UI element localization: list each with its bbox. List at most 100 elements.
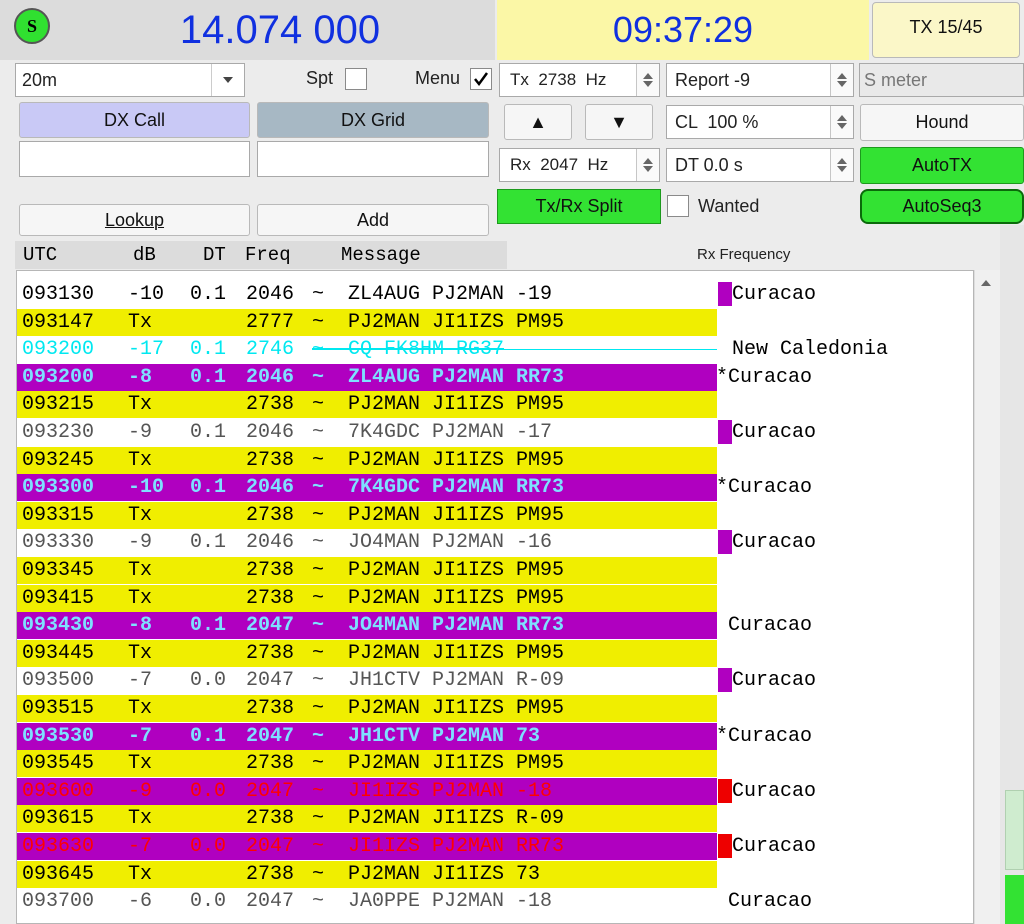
autotx-button[interactable]: AutoTX xyxy=(860,147,1024,184)
cell-utc: 093345 xyxy=(22,559,95,582)
tx-frequency-spin-icon[interactable] xyxy=(636,64,659,96)
table-row[interactable]: 093445 Tx 2738 ~ PJ2MAN JI1IZS PM95 xyxy=(17,639,717,667)
table-row[interactable]: 093515 Tx 2738 ~ PJ2MAN JI1IZS PM95 xyxy=(17,695,717,722)
cell-db: Tx xyxy=(128,697,153,720)
table-row[interactable]: 093630 -7 0.0 2047 ~ JI1IZS PJ2MAN RR73 xyxy=(17,833,717,860)
spt-checkbox[interactable] xyxy=(345,68,367,90)
cell-freq: 2777 xyxy=(246,310,295,334)
cell-msg: ~ ZL4AUG PJ2MAN RR73 xyxy=(312,365,565,389)
dt-value: DT 0.0 s xyxy=(675,154,743,175)
cell-freq: 2738 xyxy=(246,752,295,776)
cell-msg: ~ JI1IZS PJ2MAN RR73 xyxy=(312,835,565,858)
cell-utc: 093300 xyxy=(22,476,95,500)
dx-grid-text: DX Grid xyxy=(340,109,405,130)
rx-frequency-spinbox[interactable]: Rx 2047 Hz xyxy=(499,148,660,182)
cell-dt: 0.1 xyxy=(190,365,227,389)
cell-db: Tx xyxy=(128,641,153,665)
table-row[interactable]: 093200 -8 0.1 2046 ~ ZL4AUG PJ2MAN RR73 xyxy=(17,363,717,391)
decode-rows: 093130 -10 0.1 2046 ~ ZL4AUG PJ2MAN -19 Curac… xyxy=(17,281,973,921)
cell-msg: ~ PJ2MAN JI1IZS PM95 xyxy=(312,310,565,334)
tx-status-button[interactable]: TX 15/45 xyxy=(872,2,1020,58)
report-spin-icon[interactable] xyxy=(830,64,853,96)
scroll-up-icon[interactable] xyxy=(981,280,991,286)
cl-spinbox[interactable]: CL 100 % xyxy=(666,105,854,139)
add-button[interactable]: Add xyxy=(257,204,489,236)
wanted-checkbox[interactable] xyxy=(667,195,689,217)
cell-freq: 2738 xyxy=(246,862,295,886)
table-row[interactable]: 093500 -7 0.0 2047 ~ JH1CTV PJ2MAN R-09 xyxy=(17,667,717,694)
dt-spinbox[interactable]: DT 0.0 s xyxy=(666,148,854,182)
cell-msg: ~ JO4MAN PJ2MAN -16 xyxy=(312,531,553,555)
table-row[interactable]: 093200 -17 0.1 2746 ~ CQ FK8HM RG37 xyxy=(17,336,717,363)
table-row[interactable]: 093430 -8 0.1 2047 ~ JO4MAN PJ2MAN RR73 xyxy=(17,612,717,640)
table-row[interactable]: 093345 Tx 2738 ~ PJ2MAN JI1IZS PM95 xyxy=(17,557,717,584)
cell-utc: 093330 xyxy=(22,531,95,555)
rx-frequency-text: *Curacao xyxy=(716,365,813,389)
report-spinbox[interactable]: Report -9 xyxy=(666,63,854,97)
rx-marker xyxy=(718,530,732,555)
cell-freq: 2046 xyxy=(246,421,295,444)
table-row[interactable]: 093215 Tx 2738 ~ PJ2MAN JI1IZS PM95 xyxy=(17,391,717,419)
cell-freq: 2046 xyxy=(246,531,295,555)
autotx-label: AutoTX xyxy=(911,155,973,175)
dt-spin-icon[interactable] xyxy=(830,149,853,181)
decode-list[interactable]: 093130 -10 0.1 2046 ~ ZL4AUG PJ2MAN -19 Curac… xyxy=(16,270,974,924)
cell-utc: 093530 xyxy=(22,724,95,748)
table-row[interactable]: 093245 Tx 2738 ~ PJ2MAN JI1IZS PM95 xyxy=(17,446,717,474)
table-row[interactable]: 093645 Tx 2738 ~ PJ2MAN JI1IZS 73 xyxy=(17,860,717,888)
table-row[interactable]: 093230 -9 0.1 2046 ~ 7K4GDC PJ2MAN -17 xyxy=(17,419,717,446)
rx-frequency-spin-icon[interactable] xyxy=(636,149,659,181)
header-rx-frequency: Rx Frequency xyxy=(697,246,791,263)
add-label: Add xyxy=(356,209,390,230)
cell-utc: 093245 xyxy=(22,448,95,472)
scrollbar[interactable] xyxy=(974,270,1000,924)
table-row[interactable]: 093330 -9 0.1 2046 ~ JO4MAN PJ2MAN -16 xyxy=(17,529,717,556)
cell-freq: 2738 xyxy=(246,503,295,527)
cell-utc: 093515 xyxy=(22,697,95,720)
dx-call-input[interactable] xyxy=(19,141,250,177)
tx-rx-split-button[interactable]: Tx/Rx Split xyxy=(497,189,661,224)
header-freq: Freq xyxy=(245,244,291,266)
table-row[interactable]: 093615 Tx 2738 ~ PJ2MAN JI1IZS R-09 xyxy=(17,805,717,833)
cell-dt: 0.1 xyxy=(190,338,227,362)
cell-dt: 0.0 xyxy=(190,669,227,693)
tx-down-button[interactable]: ▼ xyxy=(585,104,653,140)
table-row[interactable]: 093300 -10 0.1 2046 ~ 7K4GDC PJ2MAN RR73 xyxy=(17,474,717,502)
table-row[interactable]: 093130 -10 0.1 2046 ~ ZL4AUG PJ2MAN -19 xyxy=(17,281,717,308)
cell-db: Tx xyxy=(128,752,153,776)
table-row[interactable]: 093700 -6 0.0 2047 ~ JA0PPE PJ2MAN -18 xyxy=(17,888,717,915)
cell-db: -7 xyxy=(128,669,153,693)
band-value: 20m xyxy=(22,69,58,90)
table-row[interactable]: 093545 Tx 2738 ~ PJ2MAN JI1IZS PM95 xyxy=(17,750,717,778)
chevron-down-icon xyxy=(211,64,244,96)
tx-frequency-value: Tx 2738 Hz xyxy=(510,70,607,89)
dx-grid-input[interactable] xyxy=(257,141,489,177)
s-indicator-label: S xyxy=(26,15,37,36)
right-green-indicator xyxy=(1005,790,1024,870)
menu-checkbox[interactable] xyxy=(470,68,492,90)
dx-call-text: DX Call xyxy=(103,109,165,130)
table-row[interactable]: 093315 Tx 2738 ~ PJ2MAN JI1IZS PM95 xyxy=(17,501,717,529)
lookup-button[interactable]: Lookup xyxy=(19,204,250,236)
cell-utc: 093200 xyxy=(22,365,95,389)
cell-db: Tx xyxy=(128,503,153,527)
cell-db: -10 xyxy=(128,476,165,500)
cl-spin-icon[interactable] xyxy=(830,106,853,138)
autoseq-button[interactable]: AutoSeq3 xyxy=(860,189,1024,224)
checkmark-icon xyxy=(474,72,489,87)
menu-label: Menu xyxy=(415,68,461,88)
tx-frequency-spinbox[interactable]: Tx 2738 Hz xyxy=(499,63,660,97)
table-row[interactable]: 093147 Tx 2777 ~ PJ2MAN JI1IZS PM95 xyxy=(17,308,717,336)
cell-utc: 093630 xyxy=(22,835,95,858)
cell-utc: 093545 xyxy=(22,752,95,776)
tx-up-button[interactable]: ▲ xyxy=(504,104,572,140)
cl-value: CL 100 % xyxy=(675,111,759,132)
hound-button[interactable]: Hound xyxy=(860,104,1024,141)
rx-marker xyxy=(718,778,732,803)
cell-msg: ~ 7K4GDC PJ2MAN -17 xyxy=(312,421,553,444)
cell-freq: 2047 xyxy=(246,669,295,693)
table-row[interactable]: 093415 Tx 2738 ~ PJ2MAN JI1IZS PM95 xyxy=(17,584,717,612)
table-row[interactable]: 093530 -7 0.1 2047 ~ JH1CTV PJ2MAN 73 xyxy=(17,722,717,750)
band-select[interactable]: 20m xyxy=(15,63,245,97)
table-row[interactable]: 093600 -9 0.0 2047 ~ JI1IZS PJ2MAN -18 xyxy=(17,777,717,805)
